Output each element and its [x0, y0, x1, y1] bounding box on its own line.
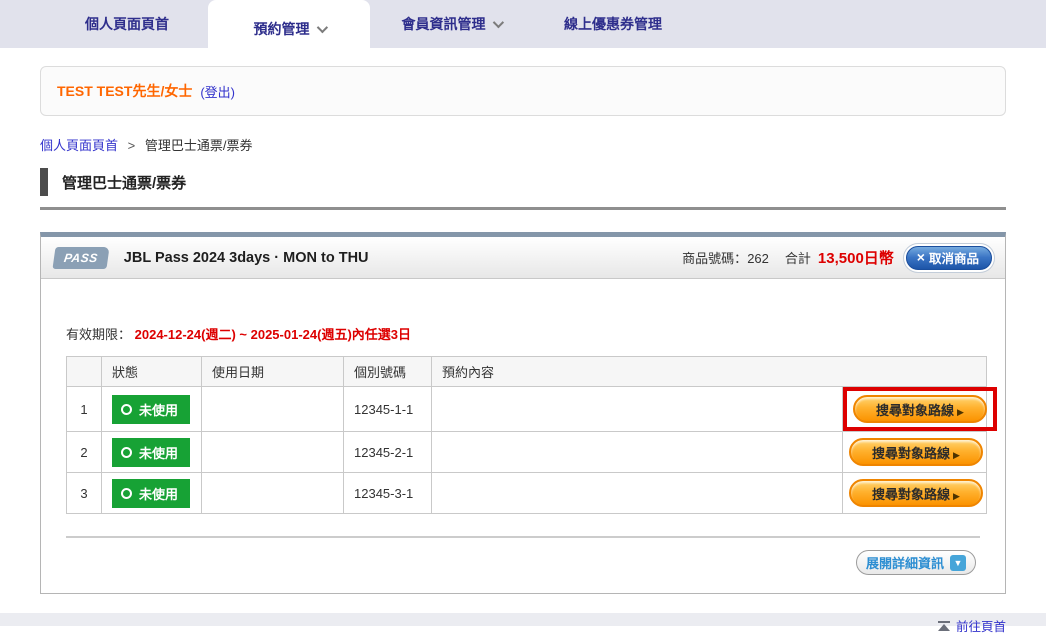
use-date-cell — [202, 387, 344, 432]
tab-reservation-management[interactable]: 預約管理 — [208, 0, 370, 58]
pass-panel: PASS JBL Pass 2024 3days · MON to THU 商品… — [40, 232, 1006, 594]
details-divider — [66, 536, 980, 538]
chevron-down-icon — [492, 17, 503, 28]
status-label: 未使用 — [139, 484, 178, 503]
header-reservation: 預約內容 — [432, 357, 987, 387]
header-ticket-no: 個別號碼 — [344, 357, 432, 387]
use-date-cell — [202, 432, 344, 473]
use-date-cell — [202, 473, 344, 514]
action-wrap: 搜尋對象路線▶ — [843, 473, 989, 513]
page-title-block: 管理巴士通票/票券 — [40, 168, 1006, 210]
table-row: 1 未使用 12345-1-1 搜尋對象路線▶ — [67, 387, 987, 432]
cancel-product-label: 取消商品 — [929, 248, 979, 267]
status-badge: 未使用 — [112, 395, 190, 424]
action-wrap: 搜尋對象路線▶ — [843, 432, 989, 472]
product-number-value: 262 — [747, 251, 769, 266]
page-title: 管理巴士通票/票券 — [62, 172, 186, 193]
tab-label: 會員資訊管理 — [402, 14, 486, 34]
pass-badge: PASS — [52, 247, 109, 269]
reservation-cell — [432, 473, 843, 514]
total-price: 13,500日幣 — [818, 247, 894, 268]
pass-panel-body: 有效期限： 2024-12-24(週二) ~ 2025-01-24(週五)內任選… — [41, 279, 1005, 593]
user-name: TEST TEST先生/女士 — [57, 81, 192, 101]
circle-icon — [121, 488, 132, 499]
total-label: 合計 — [785, 248, 811, 267]
ticket-number: 12345-1-1 — [344, 387, 432, 432]
tickets-table: 狀態 使用日期 個別號碼 預約內容 1 未使用 12345-1-1 搜尋對象路線… — [66, 356, 987, 514]
search-route-button[interactable]: 搜尋對象路線▶ — [853, 395, 987, 423]
header-use-date: 使用日期 — [202, 357, 344, 387]
breadcrumb-home-link[interactable]: 個人頁面頁首 — [40, 138, 118, 153]
chevron-down-box-icon: ▼ — [950, 555, 966, 571]
product-number-label: 商品號碼： — [682, 251, 747, 266]
status-label: 未使用 — [139, 443, 178, 462]
validity-label: 有效期限： — [66, 327, 131, 342]
reservation-cell — [432, 387, 843, 432]
status-badge: 未使用 — [112, 438, 190, 467]
pass-title: JBL Pass 2024 3days · MON to THU — [124, 250, 369, 266]
top-nav: 個人頁面頁首 預約管理 會員資訊管理 線上優惠券管理 — [0, 0, 1046, 48]
user-greeting-bar: TEST TEST先生/女士 (登出) — [40, 66, 1006, 116]
header-status: 狀態 — [102, 357, 202, 387]
table-row: 3 未使用 12345-3-1 搜尋對象路線▶ — [67, 473, 987, 514]
header-index — [67, 357, 102, 387]
tab-label: 線上優惠券管理 — [564, 14, 662, 34]
circle-icon — [121, 447, 132, 458]
breadcrumb-current: 管理巴士通票/票券 — [145, 138, 253, 153]
close-icon: × — [917, 250, 925, 264]
chevron-down-icon — [316, 22, 327, 33]
table-header-row: 狀態 使用日期 個別號碼 預約內容 — [67, 357, 987, 387]
arrow-right-icon: ▶ — [957, 407, 964, 417]
tab-online-coupon-management[interactable]: 線上優惠券管理 — [532, 0, 694, 48]
title-accent-bar — [40, 168, 48, 196]
ticket-number: 12345-3-1 — [344, 473, 432, 514]
breadcrumb-separator: > — [128, 138, 136, 153]
tab-personal-home[interactable]: 個人頁面頁首 — [46, 0, 208, 48]
search-route-label: 搜尋對象路線 — [872, 446, 950, 461]
circle-icon — [121, 404, 132, 415]
row-number: 2 — [67, 432, 102, 473]
expand-details-button[interactable]: 展開詳細資訊 ▼ — [856, 550, 976, 575]
search-route-label: 搜尋對象路線 — [872, 487, 950, 502]
ticket-number: 12345-2-1 — [344, 432, 432, 473]
breadcrumb: 個人頁面頁首 > 管理巴士通票/票券 — [40, 135, 1006, 154]
tab-label: 預約管理 — [254, 19, 310, 39]
reservation-cell — [432, 432, 843, 473]
pass-panel-header: PASS JBL Pass 2024 3days · MON to THU 商品… — [41, 237, 1005, 279]
search-route-button[interactable]: 搜尋對象路線▶ — [849, 438, 983, 466]
row-number: 1 — [67, 387, 102, 432]
status-label: 未使用 — [139, 400, 178, 419]
highlight-box: 搜尋對象路線▶ — [843, 387, 997, 431]
product-number: 商品號碼：262 — [682, 248, 769, 267]
search-route-label: 搜尋對象路線 — [876, 403, 954, 418]
expand-details-label: 展開詳細資訊 — [866, 553, 944, 572]
row-number: 3 — [67, 473, 102, 514]
logout-link[interactable]: (登出) — [200, 82, 235, 101]
arrow-right-icon: ▶ — [953, 491, 960, 501]
search-route-button[interactable]: 搜尋對象路線▶ — [849, 479, 983, 507]
table-row: 2 未使用 12345-2-1 搜尋對象路線▶ — [67, 432, 987, 473]
tab-label: 個人頁面頁首 — [85, 14, 169, 34]
arrow-right-icon: ▶ — [953, 450, 960, 460]
validity-value: 2024-12-24(週二) ~ 2025-01-24(週五)內任選3日 — [135, 327, 411, 342]
cancel-product-button[interactable]: × 取消商品 — [906, 246, 992, 270]
status-badge: 未使用 — [112, 479, 190, 508]
tab-member-info-management[interactable]: 會員資訊管理 — [370, 0, 532, 48]
validity-period: 有效期限： 2024-12-24(週二) ~ 2025-01-24(週五)內任選… — [66, 324, 980, 343]
